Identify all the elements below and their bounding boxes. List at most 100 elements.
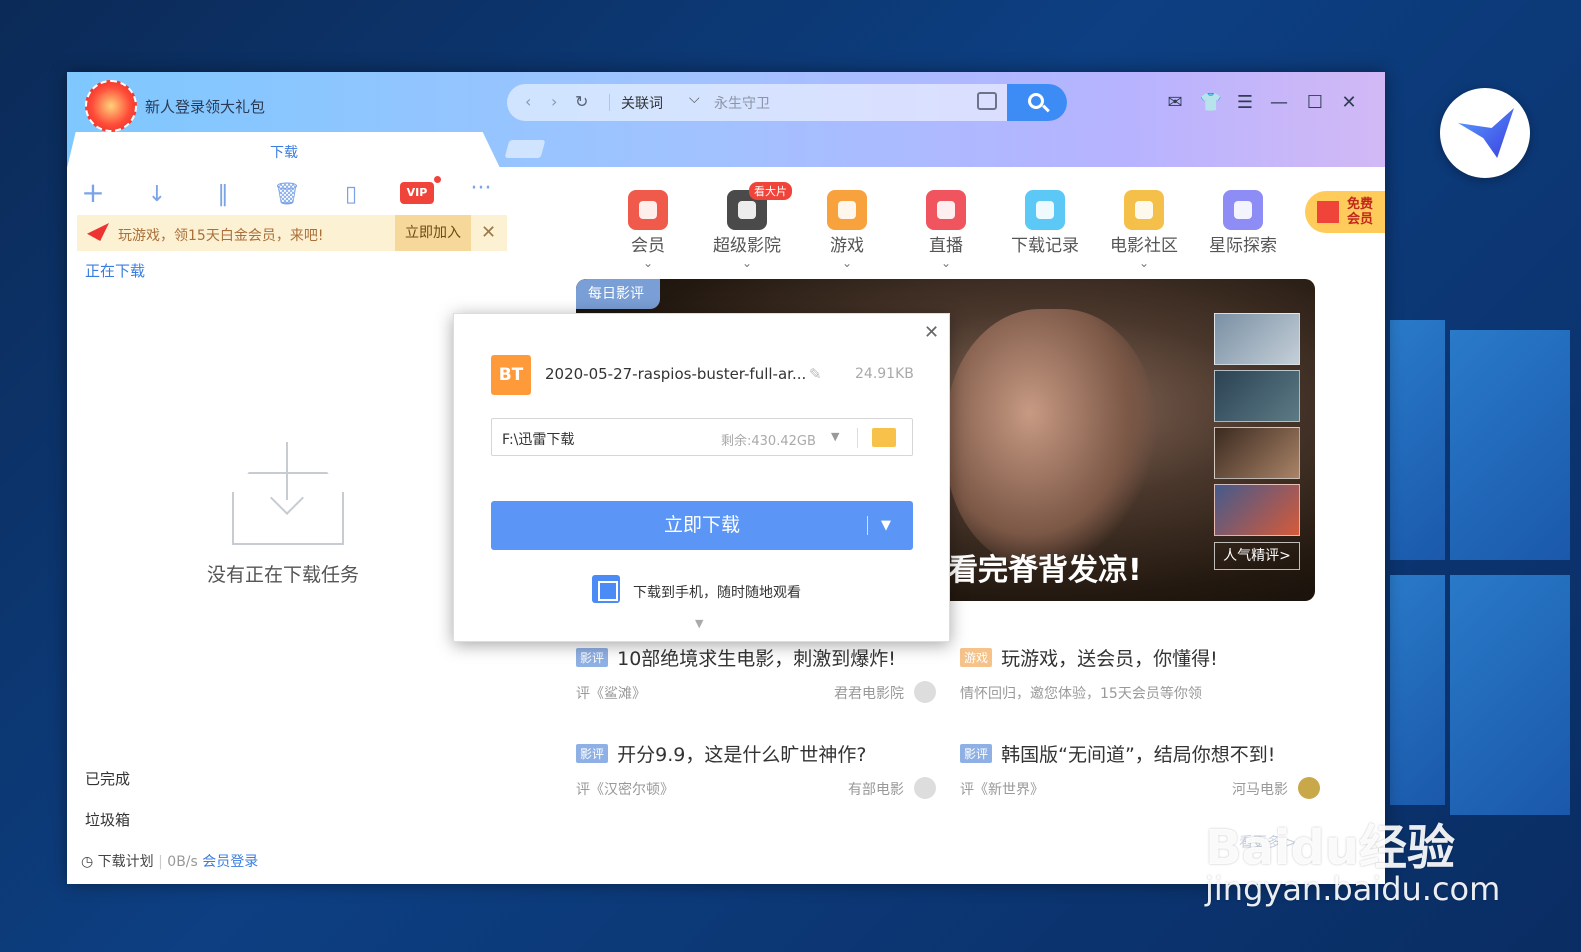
- mail-icon[interactable]: ✉: [1163, 92, 1187, 113]
- sidebar-item-trash[interactable]: 垃圾箱: [85, 809, 130, 830]
- start-download-icon[interactable]: ↓: [143, 182, 171, 207]
- desktop-window-logo-pane: [1390, 575, 1445, 805]
- tab-download[interactable]: 下载: [67, 132, 500, 168]
- search-button[interactable]: [1007, 84, 1067, 121]
- article-item[interactable]: 影评 韩国版“无间道”，结局你想不到! 评《新世界》 河马电影: [960, 740, 1320, 799]
- avatar: [1298, 777, 1320, 799]
- join-now-button[interactable]: 立即加入: [395, 215, 471, 251]
- pause-icon[interactable]: ‖: [209, 182, 237, 207]
- download-now-button[interactable]: 立即下载 ▼: [491, 501, 913, 550]
- maximize-icon[interactable]: ☐: [1303, 92, 1327, 113]
- skin-shirt-icon[interactable]: 👕: [1199, 92, 1223, 113]
- article-item[interactable]: 游戏 玩游戏，送会员，你懂得! 情怀回归，邀您体验，15天会员等你领: [960, 644, 1320, 703]
- gift-icon: [1317, 201, 1339, 223]
- category-game[interactable]: 游戏 ⌄: [806, 190, 888, 270]
- category-download-history[interactable]: 下载记录: [1004, 190, 1086, 256]
- member-login-link[interactable]: 会员登录: [202, 854, 258, 870]
- close-icon[interactable]: ✕: [924, 322, 939, 343]
- baidu-watermark-brand: Baidu经验: [1205, 820, 1455, 876]
- download-to-phone-link[interactable]: 下载到手机，随时随地观看: [633, 582, 801, 602]
- hero-thumbnail[interactable]: [1214, 313, 1300, 365]
- minimize-icon[interactable]: —: [1267, 92, 1291, 113]
- more-icon[interactable]: ···: [467, 176, 495, 201]
- search-input[interactable]: 永生守卫: [714, 93, 770, 113]
- hero-thumbnail[interactable]: [1214, 427, 1300, 479]
- xunlei-bird-icon: [87, 223, 109, 241]
- avatar: [914, 777, 936, 799]
- status-bar: ◷ 下载计划 | 0B/s 会员登录: [81, 854, 259, 870]
- popular-reviews-button[interactable]: 人气精评>: [1214, 542, 1300, 570]
- article-title[interactable]: 10部绝境求生电影，刺激到爆炸!: [617, 648, 896, 670]
- article-subtitle: 评《汉密尔顿》: [576, 782, 674, 798]
- article-tag: 影评: [960, 744, 993, 763]
- gift-promo-text[interactable]: 新人登录领大礼包: [145, 96, 265, 117]
- save-path-field[interactable]: F:\迅雷下载 剩余:430.42GB ▼: [491, 418, 913, 456]
- article-source[interactable]: 有部电影: [848, 779, 904, 799]
- xunlei-window: 新人登录领大礼包 ‹ › ↻ 关联词 ⌵ 永生守卫 ✉ 👕 ☰ — ☐ ✕ 下载…: [67, 72, 1385, 884]
- download-now-label: 立即下载: [663, 514, 740, 536]
- expand-caret-icon[interactable]: ▼: [695, 617, 703, 630]
- gift-avatar-icon[interactable]: [85, 80, 137, 132]
- article-tag: 影评: [576, 744, 609, 763]
- chevron-down-icon[interactable]: ⌄: [706, 256, 788, 270]
- hot-badge: 看大片: [749, 182, 792, 200]
- hero-thumbnail[interactable]: [1214, 370, 1300, 422]
- chevron-down-icon[interactable]: ⌄: [905, 256, 987, 270]
- download-plan-link[interactable]: 下载计划: [98, 854, 154, 870]
- banner-text: 玩游戏，领15天白金会员，来吧!: [118, 228, 324, 244]
- planet-icon: [1223, 190, 1263, 230]
- article-item[interactable]: 影评 开分9.9，这是什么旷世神作? 评《汉密尔顿》 有部电影: [576, 740, 936, 799]
- phone-icon[interactable]: ▯: [337, 182, 365, 207]
- rename-pen-icon[interactable]: ✎: [809, 365, 822, 383]
- sidebar-item-downloading[interactable]: 正在下载: [85, 260, 145, 281]
- promo-banner: 玩游戏，领15天白金会员，来吧! 立即加入 ✕: [77, 215, 507, 251]
- article-subtitle: 评《新世界》: [960, 782, 1044, 798]
- free-space-text: 剩余:430.42GB: [721, 434, 816, 449]
- address-divider: [609, 94, 610, 111]
- keyword-label[interactable]: 关联词: [621, 93, 663, 113]
- chevron-down-icon[interactable]: ⌵: [689, 91, 700, 107]
- category-member[interactable]: 会员 ⌄: [607, 190, 689, 270]
- tab-download-label: 下载: [270, 145, 298, 161]
- desktop-window-logo-pane: [1390, 320, 1445, 560]
- tab-new[interactable]: [504, 140, 546, 158]
- article-title[interactable]: 韩国版“无间道”，结局你想不到!: [1001, 744, 1275, 766]
- path-divider: [857, 428, 858, 448]
- article-title[interactable]: 开分9.9，这是什么旷世神作?: [617, 744, 866, 766]
- desktop-window-logo-pane: [1450, 575, 1570, 815]
- article-source[interactable]: 君君电影院: [834, 683, 904, 703]
- path-dropdown-icon[interactable]: ▼: [831, 430, 839, 443]
- category-super-cinema[interactable]: 超级影院 ⌄: [706, 190, 788, 270]
- sidebar-item-completed[interactable]: 已完成: [85, 768, 130, 789]
- bt-file-icon: BT: [491, 355, 531, 395]
- qr-code-icon[interactable]: [592, 575, 620, 603]
- cloud-icon: [1025, 190, 1065, 230]
- article-title[interactable]: 玩游戏，送会员，你懂得!: [1001, 648, 1218, 670]
- article-source[interactable]: 河马电影: [1232, 779, 1288, 799]
- forward-icon[interactable]: ›: [551, 92, 557, 111]
- desktop-app-bird-icon[interactable]: [1440, 88, 1530, 178]
- article-item[interactable]: 影评 10部绝境求生电影，刺激到爆炸! 评《鲨滩》 君君电影院: [576, 644, 936, 703]
- download-options-icon[interactable]: ▼: [881, 501, 891, 550]
- category-movie-community[interactable]: 电影社区 ⌄: [1103, 190, 1185, 270]
- tv-icon: [926, 190, 966, 230]
- folder-icon[interactable]: [872, 428, 896, 447]
- free-member-button[interactable]: 免费会员: [1305, 191, 1385, 233]
- hero-thumbnail[interactable]: [1214, 484, 1300, 536]
- vip-icon[interactable]: VIP: [400, 182, 434, 204]
- category-live[interactable]: 直播 ⌄: [905, 190, 987, 270]
- add-task-icon[interactable]: +: [79, 176, 107, 209]
- bookmark-icon[interactable]: [977, 92, 997, 110]
- menu-icon[interactable]: ☰: [1233, 92, 1257, 113]
- banner-close-icon[interactable]: ✕: [481, 222, 496, 243]
- chevron-down-icon[interactable]: ⌄: [806, 256, 888, 270]
- chevron-down-icon[interactable]: ⌄: [1103, 256, 1185, 270]
- article-tag: 游戏: [960, 648, 993, 667]
- refresh-icon[interactable]: ↻: [575, 92, 588, 111]
- close-icon[interactable]: ✕: [1337, 92, 1361, 113]
- chevron-down-icon[interactable]: ⌄: [607, 256, 689, 270]
- hero-caption: 看完脊背发凉!: [948, 553, 1142, 588]
- delete-icon[interactable]: 🗑: [273, 182, 301, 207]
- category-star-explore[interactable]: 星际探索: [1202, 190, 1284, 256]
- back-icon[interactable]: ‹: [525, 92, 531, 111]
